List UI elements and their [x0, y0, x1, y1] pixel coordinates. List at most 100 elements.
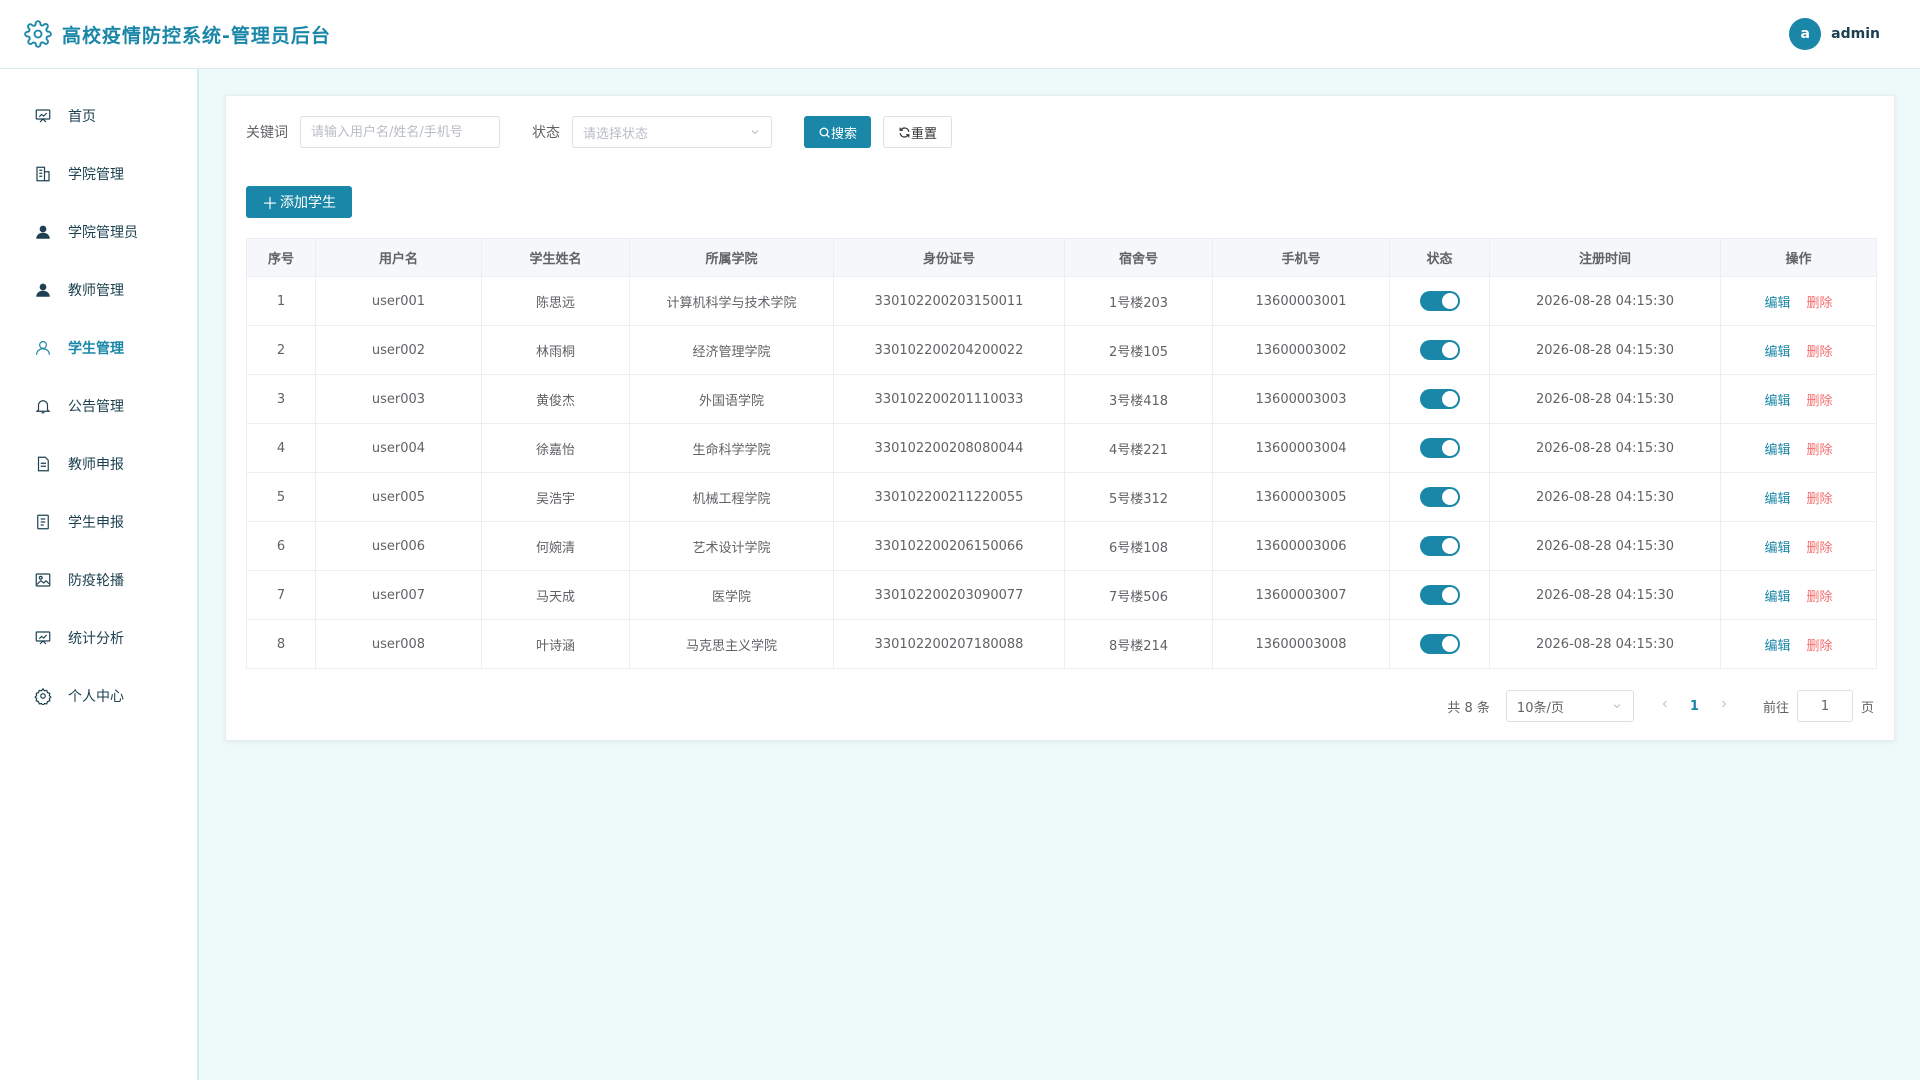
- status-toggle[interactable]: [1419, 487, 1460, 507]
- row-status-cell: [1389, 325, 1490, 375]
- reset-button[interactable]: 重置: [883, 116, 953, 148]
- delete-link[interactable]: 删除: [1807, 296, 1833, 311]
- sidebar-item-statistics[interactable]: 统计分析: [0, 609, 197, 667]
- edit-link[interactable]: 编辑: [1764, 296, 1790, 311]
- sidebar-item-teacher-management[interactable]: 教师管理: [0, 261, 197, 319]
- column-header: 用户名: [315, 238, 482, 277]
- row-phone: 13600003005: [1212, 472, 1390, 522]
- status-toggle[interactable]: [1419, 340, 1460, 360]
- user-menu[interactable]: a admin: [1789, 18, 1880, 50]
- row-college: 医学院: [629, 570, 834, 620]
- sidebar-item-label: 个人中心: [68, 689, 124, 705]
- edit-link[interactable]: 编辑: [1764, 345, 1790, 360]
- row-number: 2: [246, 325, 316, 375]
- row-college: 马克思主义学院: [629, 619, 834, 669]
- status-toggle[interactable]: [1419, 389, 1460, 409]
- edit-link[interactable]: 编辑: [1764, 639, 1790, 654]
- row-student-name: 陈思远: [481, 276, 630, 326]
- sidebar-item-college-admin[interactable]: 学院管理员: [0, 203, 197, 261]
- status-toggle[interactable]: [1419, 536, 1460, 556]
- status-toggle[interactable]: [1419, 291, 1460, 311]
- edit-link[interactable]: 编辑: [1764, 394, 1790, 409]
- search-button[interactable]: 搜索: [804, 116, 872, 148]
- next-page-button[interactable]: [1713, 698, 1735, 714]
- edit-link[interactable]: 编辑: [1764, 443, 1790, 458]
- edit-link[interactable]: 编辑: [1764, 590, 1790, 605]
- sidebar-item-label: 学院管理员: [68, 225, 138, 241]
- table-row: 3 user003 黄俊杰 外国语学院 330102200201110033 3…: [246, 374, 1877, 424]
- row-actions: 编辑 删除: [1720, 276, 1877, 326]
- table-row: 5 user005 吴浩宇 机械工程学院 330102200211220055 …: [246, 472, 1877, 522]
- sidebar-item-announcement[interactable]: 公告管理: [0, 377, 197, 435]
- page-size-select[interactable]: 10条/页: [1505, 690, 1634, 722]
- username[interactable]: admin: [1831, 26, 1880, 42]
- chevron-right-icon: [1722, 700, 1727, 708]
- table-row: 6 user006 何婉清 艺术设计学院 330102200206150066 …: [246, 521, 1877, 571]
- prev-page-button[interactable]: [1654, 698, 1676, 714]
- row-id-card: 330102200208080044: [833, 423, 1065, 473]
- table-row: 2 user002 林雨桐 经济管理学院 330102200204200022 …: [246, 325, 1877, 375]
- delete-link[interactable]: 删除: [1807, 639, 1833, 654]
- column-header: 所属学院: [629, 238, 834, 277]
- table-row: 1 user001 陈思远 计算机科学与技术学院 330102200203150…: [246, 276, 1877, 326]
- row-status-cell: [1389, 276, 1490, 326]
- row-phone: 13600003002: [1212, 325, 1390, 375]
- sidebar-item-profile[interactable]: 个人中心: [0, 667, 197, 725]
- sidebar-item-label: 统计分析: [68, 631, 124, 647]
- page-number-current[interactable]: 1: [1690, 699, 1699, 714]
- edit-link[interactable]: 编辑: [1764, 541, 1790, 556]
- row-student-name: 黄俊杰: [481, 374, 630, 424]
- status-select[interactable]: 请选择状态: [572, 116, 772, 148]
- gear-logo-icon: [24, 20, 52, 48]
- goto-page-input[interactable]: [1796, 690, 1853, 722]
- sidebar-item-teacher-report[interactable]: 教师申报: [0, 435, 197, 493]
- row-registered-time: 2026-08-28 04:15:30: [1489, 619, 1721, 669]
- row-phone: 13600003003: [1212, 374, 1390, 424]
- row-student-name: 徐嘉怡: [481, 423, 630, 473]
- row-number: 1: [246, 276, 316, 326]
- delete-link[interactable]: 删除: [1807, 394, 1833, 409]
- row-college: 计算机科学与技术学院: [629, 276, 834, 326]
- column-header: 学生姓名: [481, 238, 630, 277]
- row-status-cell: [1389, 619, 1490, 669]
- avatar[interactable]: a: [1789, 18, 1822, 50]
- row-username: user002: [315, 325, 482, 375]
- table-header-row: 序号 用户名 学生姓名 所属学院 身份证号 宿舍号 手机号 状态 注册时间 操作: [246, 238, 1877, 277]
- sidebar-item-carousel[interactable]: 防疫轮播: [0, 551, 197, 609]
- row-phone: 13600003004: [1212, 423, 1390, 473]
- document-list-icon: [37, 514, 49, 530]
- sidebar-item-student-management[interactable]: 学生管理: [0, 319, 197, 377]
- edit-link[interactable]: 编辑: [1764, 492, 1790, 507]
- keyword-search-input[interactable]: [300, 116, 500, 148]
- sidebar-item-college-management[interactable]: 学院管理: [0, 145, 197, 203]
- column-header: 宿舍号: [1064, 238, 1213, 277]
- delete-link[interactable]: 删除: [1807, 443, 1833, 458]
- column-header: 身份证号: [833, 238, 1065, 277]
- status-toggle[interactable]: [1419, 634, 1460, 654]
- row-username: user005: [315, 472, 482, 522]
- row-actions: 编辑 删除: [1720, 521, 1877, 571]
- delete-link[interactable]: 删除: [1807, 492, 1833, 507]
- status-toggle[interactable]: [1419, 438, 1460, 458]
- sidebar-item-label: 学生申报: [68, 515, 124, 531]
- filter-bar: 关键词 状态 请选择状态 搜索 重置: [246, 116, 953, 148]
- row-id-card: 330102200203090077: [833, 570, 1065, 620]
- chart-board-icon: [35, 109, 51, 123]
- row-student-name: 叶诗涵: [481, 619, 630, 669]
- sidebar-item-label: 防疫轮播: [68, 573, 124, 589]
- row-id-card: 330102200201110033: [833, 374, 1065, 424]
- total-count: 共 8 条: [1447, 700, 1490, 716]
- sidebar-item-student-report[interactable]: 学生申报: [0, 493, 197, 551]
- delete-link[interactable]: 删除: [1807, 345, 1833, 360]
- table-row: 8 user008 叶诗涵 马克思主义学院 330102200207180088…: [246, 619, 1877, 669]
- status-toggle[interactable]: [1419, 585, 1460, 605]
- column-header: 序号: [246, 238, 316, 277]
- row-college: 机械工程学院: [629, 472, 834, 522]
- sidebar-item-home[interactable]: 首页: [0, 87, 197, 145]
- column-header: 手机号: [1212, 238, 1390, 277]
- building-icon: [36, 166, 50, 182]
- delete-link[interactable]: 删除: [1807, 541, 1833, 556]
- delete-link[interactable]: 删除: [1807, 590, 1833, 605]
- row-college: 外国语学院: [629, 374, 834, 424]
- add-student-button[interactable]: ＋ 添加学生: [246, 186, 353, 218]
